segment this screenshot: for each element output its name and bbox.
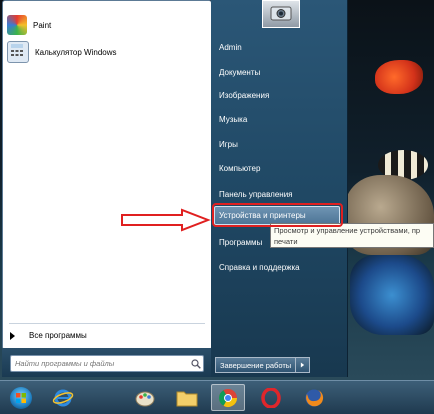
program-calculator[interactable]: Калькулятор Windows (7, 41, 117, 63)
file-explorer-icon (176, 391, 198, 406)
taskbar-file-explorer[interactable] (170, 384, 204, 411)
all-programs-label: Все программы (29, 331, 87, 340)
taskbar-opera[interactable] (254, 384, 288, 411)
menu-item-documents[interactable]: Документы (219, 68, 260, 77)
aquarium-coral (350, 255, 434, 335)
menu-item-help-and-support[interactable]: Справка и поддержка (219, 263, 300, 272)
search-box[interactable] (10, 355, 204, 372)
search-input[interactable] (11, 357, 189, 370)
search-icon[interactable] (189, 357, 203, 370)
opera-icon (261, 387, 281, 408)
menu-item-music[interactable]: Музыка (219, 115, 247, 124)
windows-logo-icon (10, 386, 32, 409)
menu-item-programs[interactable]: Программы (219, 238, 262, 247)
taskbar-paint[interactable] (128, 384, 162, 411)
chevron-right-icon (301, 362, 305, 368)
menu-item-admin[interactable]: Admin (219, 43, 242, 52)
shutdown-group: Завершение работы (215, 357, 311, 373)
annotation-arrow-right-icon (121, 208, 211, 232)
chevron-right-icon (10, 331, 15, 340)
divider (9, 323, 205, 324)
shutdown-options-button[interactable] (296, 357, 311, 373)
paint-icon (135, 391, 155, 406)
paint-icon (7, 15, 27, 35)
firefox-icon (305, 389, 324, 406)
user-picture (262, 0, 300, 28)
shutdown-button[interactable]: Завершение работы (215, 357, 297, 373)
program-label: Paint (33, 20, 52, 30)
internet-explorer-icon (52, 389, 74, 406)
highlight-devices (212, 203, 343, 227)
taskbar-internet-explorer[interactable] (46, 384, 80, 411)
program-paint[interactable]: Paint (7, 15, 51, 35)
start-menu-programs-pane: Paint Калькулятор Windows (2, 0, 212, 350)
start-menu: Paint Калькулятор Windows Все программы (2, 0, 348, 377)
fish-orange (375, 60, 423, 94)
chrome-icon (219, 388, 237, 407)
shutdown-label: Завершение работы (220, 360, 292, 370)
all-programs-button[interactable]: Все программы (10, 331, 87, 340)
menu-item-computer[interactable]: Компьютер (219, 164, 260, 173)
start-menu-places-pane (211, 0, 348, 377)
menu-item-pictures[interactable]: Изображения (219, 91, 269, 100)
menu-item-games[interactable]: Игры (219, 140, 238, 149)
tooltip-line: печати (274, 237, 298, 246)
program-label: Калькулятор Windows (35, 47, 117, 57)
start-button[interactable] (4, 384, 38, 411)
taskbar-firefox[interactable] (297, 384, 331, 411)
taskbar-chrome[interactable] (211, 384, 245, 411)
menu-item-control-panel[interactable]: Панель управления (219, 190, 293, 199)
calculator-icon (7, 41, 29, 63)
